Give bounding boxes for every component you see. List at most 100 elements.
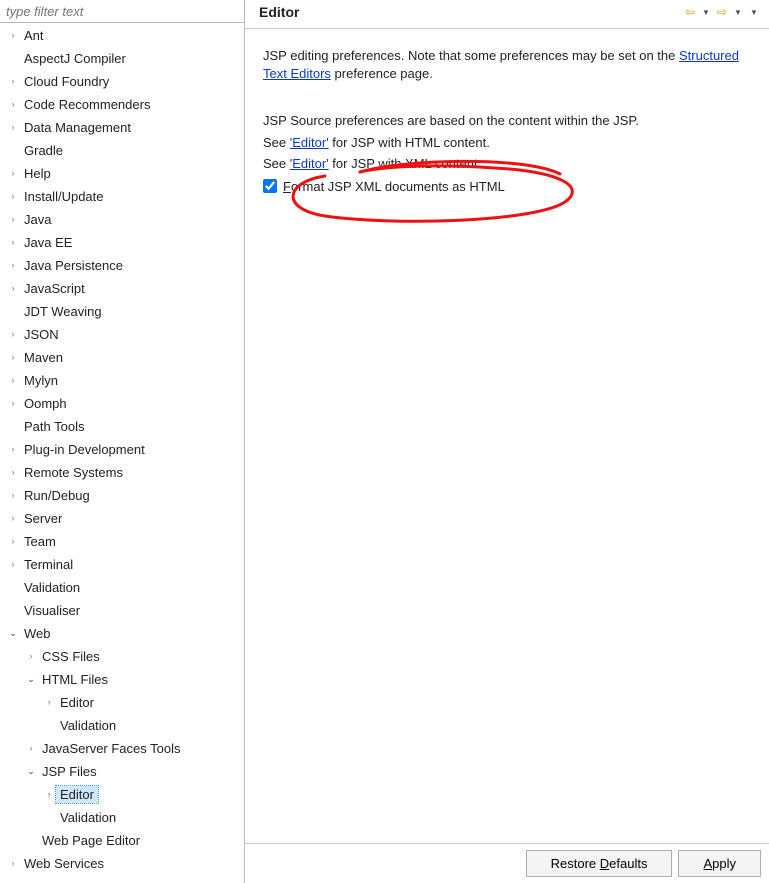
- tree-item-label[interactable]: Remote Systems: [20, 464, 127, 481]
- tree-item[interactable]: ›Cloud Foundry: [0, 70, 244, 93]
- tree-item-label[interactable]: JSON: [20, 326, 63, 343]
- tree-item[interactable]: ⌄Web: [0, 622, 244, 645]
- tree-item-label[interactable]: JavaScript: [20, 280, 89, 297]
- restore-defaults-button[interactable]: Restore Defaults: [526, 850, 673, 877]
- chevron-right-icon[interactable]: ›: [6, 350, 20, 364]
- xml-editor-link[interactable]: 'Editor': [290, 156, 329, 171]
- tree-item-label[interactable]: Code Recommenders: [20, 96, 154, 113]
- tree-item[interactable]: Web Page Editor: [0, 829, 244, 852]
- tree-item-label[interactable]: Web Services: [20, 855, 108, 872]
- chevron-down-icon[interactable]: ⌄: [24, 765, 38, 779]
- chevron-right-icon[interactable]: ›: [6, 258, 20, 272]
- chevron-right-icon[interactable]: ›: [6, 235, 20, 249]
- chevron-right-icon[interactable]: ›: [6, 557, 20, 571]
- chevron-right-icon[interactable]: ›: [24, 741, 38, 755]
- tree-item-label[interactable]: Path Tools: [20, 418, 88, 435]
- format-jspxml-checkbox[interactable]: [263, 179, 277, 193]
- tree-item-label[interactable]: JavaServer Faces Tools: [38, 740, 185, 757]
- apply-button[interactable]: Apply: [678, 850, 761, 877]
- chevron-down-icon[interactable]: ⌄: [6, 627, 20, 641]
- html-editor-link[interactable]: 'Editor': [290, 135, 329, 150]
- chevron-right-icon[interactable]: ›: [6, 511, 20, 525]
- tree-item-label[interactable]: Terminal: [20, 556, 77, 573]
- tree-item[interactable]: ›Server: [0, 507, 244, 530]
- tree-item-label[interactable]: Data Management: [20, 119, 135, 136]
- tree-item-label[interactable]: Validation: [56, 717, 120, 734]
- tree-item-label[interactable]: HTML Files: [38, 671, 112, 688]
- tree-item[interactable]: JDT Weaving: [0, 300, 244, 323]
- tree-item-label[interactable]: Ant: [20, 27, 48, 44]
- tree-item[interactable]: ›Ant: [0, 24, 244, 47]
- tree-item[interactable]: ›JavaServer Faces Tools: [0, 737, 244, 760]
- tree-item[interactable]: ›Install/Update: [0, 185, 244, 208]
- tree-item[interactable]: Visualiser: [0, 599, 244, 622]
- tree-item[interactable]: ›Plug-in Development: [0, 438, 244, 461]
- forward-icon[interactable]: ⇨: [715, 5, 729, 19]
- tree-item-label[interactable]: Java: [20, 211, 55, 228]
- tree-scroll[interactable]: ›AntAspectJ Compiler›Cloud Foundry›Code …: [0, 22, 244, 883]
- tree-item[interactable]: Validation: [0, 576, 244, 599]
- chevron-right-icon[interactable]: ›: [6, 97, 20, 111]
- tree-item[interactable]: ⌄HTML Files: [0, 668, 244, 691]
- tree-item[interactable]: Gradle: [0, 139, 244, 162]
- tree-item-label[interactable]: JDT Weaving: [20, 303, 106, 320]
- tree-item[interactable]: ›Java Persistence: [0, 254, 244, 277]
- chevron-right-icon[interactable]: ›: [6, 120, 20, 134]
- chevron-right-icon[interactable]: ›: [6, 189, 20, 203]
- chevron-right-icon[interactable]: ›: [6, 856, 20, 870]
- tree-item[interactable]: ›Run/Debug: [0, 484, 244, 507]
- chevron-right-icon[interactable]: ›: [6, 166, 20, 180]
- chevron-right-icon[interactable]: ›: [6, 442, 20, 456]
- tree-item[interactable]: ›JavaScript: [0, 277, 244, 300]
- back-icon[interactable]: ⇦: [683, 5, 697, 19]
- chevron-right-icon[interactable]: ›: [6, 373, 20, 387]
- tree-item[interactable]: ›Mylyn: [0, 369, 244, 392]
- tree-item[interactable]: ›Java: [0, 208, 244, 231]
- tree-item[interactable]: ⌄JSP Files: [0, 760, 244, 783]
- tree-item[interactable]: ›Maven: [0, 346, 244, 369]
- tree-item[interactable]: AspectJ Compiler: [0, 47, 244, 70]
- chevron-right-icon[interactable]: ›: [6, 534, 20, 548]
- tree-item-label[interactable]: Maven: [20, 349, 67, 366]
- tree-item-label[interactable]: Mylyn: [20, 372, 62, 389]
- tree-item-label[interactable]: Help: [20, 165, 55, 182]
- chevron-right-icon[interactable]: ›: [6, 74, 20, 88]
- chevron-right-icon[interactable]: ›: [6, 488, 20, 502]
- tree-item-label[interactable]: CSS Files: [38, 648, 104, 665]
- tree-item-label[interactable]: Run/Debug: [20, 487, 94, 504]
- tree-item[interactable]: ›JSON: [0, 323, 244, 346]
- tree-item-label[interactable]: Team: [20, 533, 60, 550]
- tree-item[interactable]: ›Editor: [0, 783, 244, 806]
- tree-item-label[interactable]: Cloud Foundry: [20, 73, 113, 90]
- chevron-right-icon[interactable]: ›: [24, 649, 38, 663]
- tree-item[interactable]: Validation: [0, 806, 244, 829]
- tree-item[interactable]: ›Team: [0, 530, 244, 553]
- tree-item[interactable]: ›Remote Systems: [0, 461, 244, 484]
- tree-item[interactable]: ›CSS Files: [0, 645, 244, 668]
- chevron-right-icon[interactable]: ›: [42, 695, 56, 709]
- tree-item[interactable]: ›Editor: [0, 691, 244, 714]
- tree-item-label[interactable]: Visualiser: [20, 602, 84, 619]
- tree-item[interactable]: Path Tools: [0, 415, 244, 438]
- tree-item-label[interactable]: Validation: [20, 579, 84, 596]
- tree-item-label[interactable]: Java Persistence: [20, 257, 127, 274]
- tree-item-label[interactable]: Gradle: [20, 142, 67, 159]
- tree-item-label[interactable]: Server: [20, 510, 66, 527]
- view-menu-icon[interactable]: ▼: [747, 5, 761, 19]
- tree-item-label[interactable]: Install/Update: [20, 188, 108, 205]
- tree-item[interactable]: ›Terminal: [0, 553, 244, 576]
- chevron-right-icon[interactable]: ›: [6, 465, 20, 479]
- format-jspxml-row[interactable]: FFormat JSP XML documents as HTMLormat J…: [263, 179, 753, 194]
- tree-item[interactable]: ›Oomph: [0, 392, 244, 415]
- chevron-right-icon[interactable]: ›: [6, 327, 20, 341]
- chevron-right-icon[interactable]: ›: [42, 787, 56, 801]
- tree-item-label[interactable]: Plug-in Development: [20, 441, 149, 458]
- tree-item-label[interactable]: Validation: [56, 809, 120, 826]
- tree-item-label[interactable]: Oomph: [20, 395, 71, 412]
- tree-item[interactable]: ›Java EE: [0, 231, 244, 254]
- tree-item-label[interactable]: Java EE: [20, 234, 76, 251]
- tree-item-label[interactable]: Editor: [56, 694, 98, 711]
- forward-menu-icon[interactable]: ▼: [731, 5, 745, 19]
- tree-item-label[interactable]: Editor: [56, 786, 98, 803]
- tree-item[interactable]: Validation: [0, 714, 244, 737]
